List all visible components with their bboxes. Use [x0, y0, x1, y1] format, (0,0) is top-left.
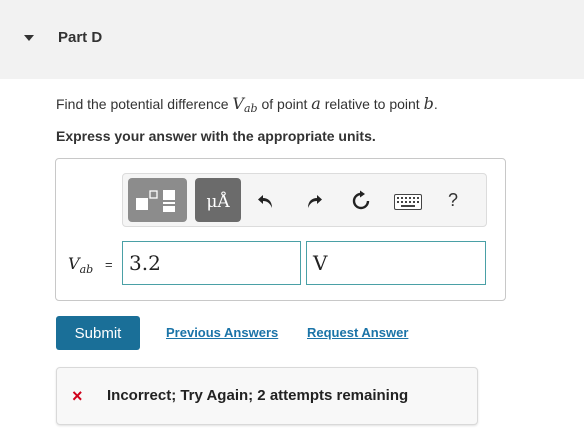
- units-button[interactable]: μÅ: [195, 178, 241, 222]
- undo-button[interactable]: [256, 191, 276, 211]
- answer-var-sub: ab: [79, 263, 94, 276]
- value-input[interactable]: 3.2: [122, 241, 301, 285]
- redo-button[interactable]: [304, 191, 324, 211]
- question-suffix-mid: relative to point: [320, 96, 424, 112]
- undo-icon: [258, 195, 272, 208]
- answer-var: V: [68, 254, 80, 273]
- question-point-a: a: [311, 94, 321, 113]
- request-answer-link[interactable]: Request Answer: [307, 325, 408, 340]
- units-label: μÅ: [206, 192, 230, 212]
- question-var: V: [232, 94, 244, 113]
- keyboard-icon: [394, 194, 422, 210]
- reset-button[interactable]: [350, 190, 372, 212]
- help-button[interactable]: ?: [448, 190, 458, 211]
- reset-icon: [352, 190, 370, 210]
- answer-variable-label: Vab: [68, 254, 93, 276]
- question-text: Find the potential difference Vab of poi…: [56, 94, 438, 115]
- templates-icon: [136, 190, 175, 212]
- submit-button[interactable]: Submit: [56, 316, 140, 350]
- part-header[interactable]: Part D: [0, 0, 584, 79]
- keyboard-button[interactable]: [394, 194, 422, 210]
- question-middle: of point: [257, 96, 312, 112]
- instruction-text: Express your answer with the appropriate…: [56, 128, 376, 144]
- part-title: Part D: [58, 29, 103, 46]
- equals-sign: =: [105, 257, 113, 272]
- redo-icon: [308, 195, 322, 208]
- question-var-sub: ab: [243, 102, 258, 115]
- question-point-b: b: [423, 94, 434, 113]
- previous-answers-link[interactable]: Previous Answers: [166, 325, 278, 340]
- question-suffix: .: [433, 96, 438, 112]
- templates-button[interactable]: [128, 178, 187, 222]
- collapse-caret-icon[interactable]: [24, 35, 34, 41]
- question-prefix: Find the potential difference: [56, 96, 233, 112]
- incorrect-x-icon: ×: [72, 386, 83, 406]
- unit-input[interactable]: V: [306, 241, 486, 285]
- feedback-message: Incorrect; Try Again; 2 attempts remaini…: [107, 387, 409, 404]
